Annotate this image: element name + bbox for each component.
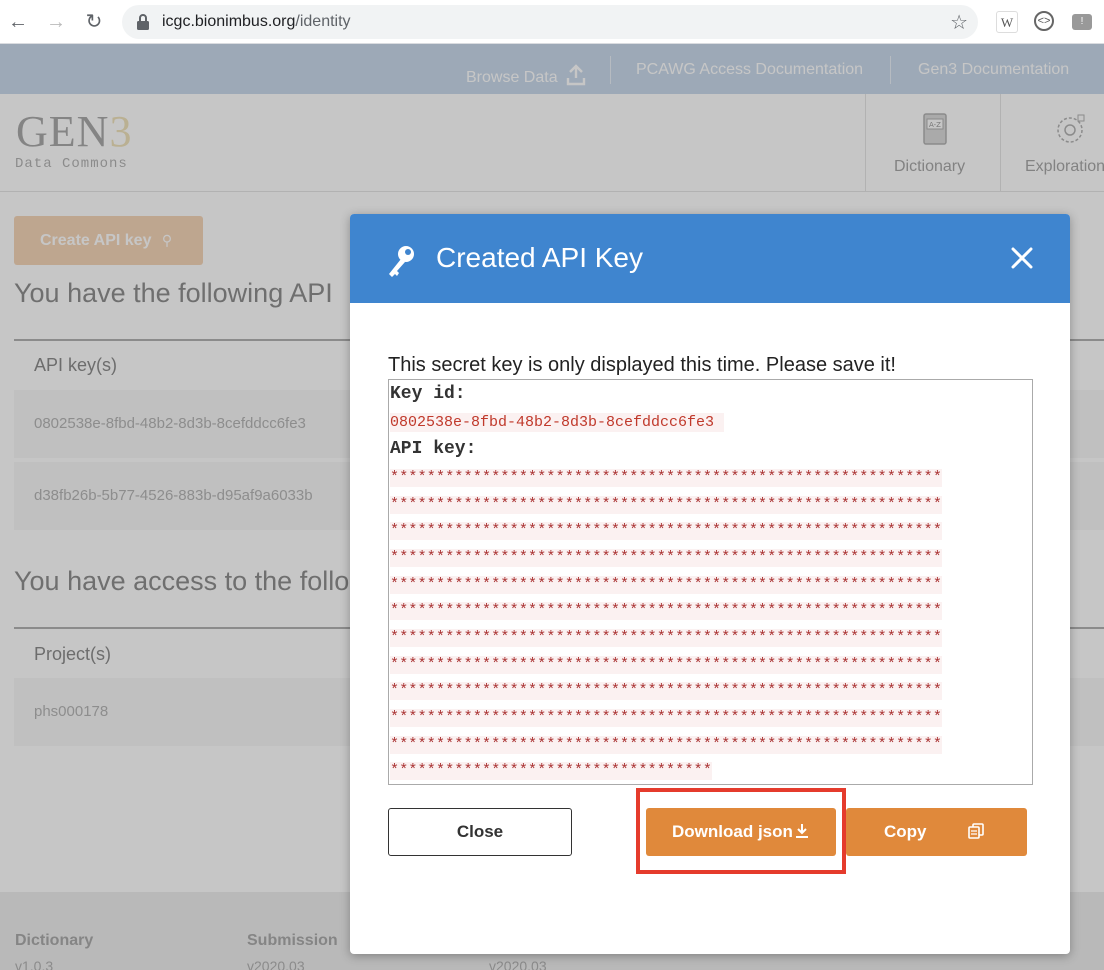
lock-icon [137,14,149,30]
back-arrow-icon[interactable]: ← [6,10,30,34]
forward-arrow-icon[interactable]: → [44,10,68,34]
api-key-masked-line: ****************************************… [390,576,943,594]
extension-chat-icon[interactable]: ! [1072,14,1092,30]
api-key-masked-line: ****************************************… [390,629,943,647]
api-key-label: API key: [390,439,477,459]
address-bar[interactable]: icgc.bionimbus.org/identity ☆ [122,5,978,39]
api-key-masked-line: ****************************************… [390,682,943,700]
api-key-display[interactable]: Key id: 0802538e-8fbd-48b2-8d3b-8cefddcc… [388,379,1033,785]
reload-icon[interactable]: ↻ [82,10,106,34]
url-text: icgc.bionimbus.org/identity [162,13,351,31]
download-highlight-box [636,788,846,874]
api-key-masked-line: ****************************************… [390,736,943,754]
api-key-masked-line: ****************************************… [390,469,943,487]
api-key-masked-line: ****************************************… [390,602,943,620]
extension-circle-icon[interactable]: <> [1034,11,1054,31]
url-path: /identity [295,13,351,30]
copy-icon [968,823,984,839]
close-icon[interactable] [1008,244,1036,272]
url-host: icgc.bionimbus.org [162,13,296,30]
api-key-masked-line: ****************************************… [390,522,943,540]
close-button[interactable]: Close [388,808,572,856]
api-key-masked-line: ****************************************… [390,656,943,674]
copy-label: Copy [884,822,927,841]
api-key-masked-line-last: *********************************** [390,762,713,780]
api-key-masked-line: ****************************************… [390,549,943,567]
key-id-label: Key id: [390,384,466,404]
api-key-masked-line: ****************************************… [390,709,943,727]
dialog-title: Created API Key [436,242,644,273]
key-id-value: 0802538e-8fbd-48b2-8d3b-8cefddcc6fe3 [390,413,725,432]
extension-w-icon[interactable]: W [996,11,1018,33]
api-key-masked-line: ****************************************… [390,496,943,514]
browser-toolbar: ← → ↻ icgc.bionimbus.org/identity ☆ W <>… [0,0,1104,44]
copy-button[interactable]: Copy [846,808,1027,856]
bookmark-star-icon[interactable]: ☆ [950,10,968,35]
key-icon [389,246,414,277]
secret-key-warning: This secret key is only displayed this t… [388,354,896,376]
dialog-header: Created API Key [350,214,1070,303]
